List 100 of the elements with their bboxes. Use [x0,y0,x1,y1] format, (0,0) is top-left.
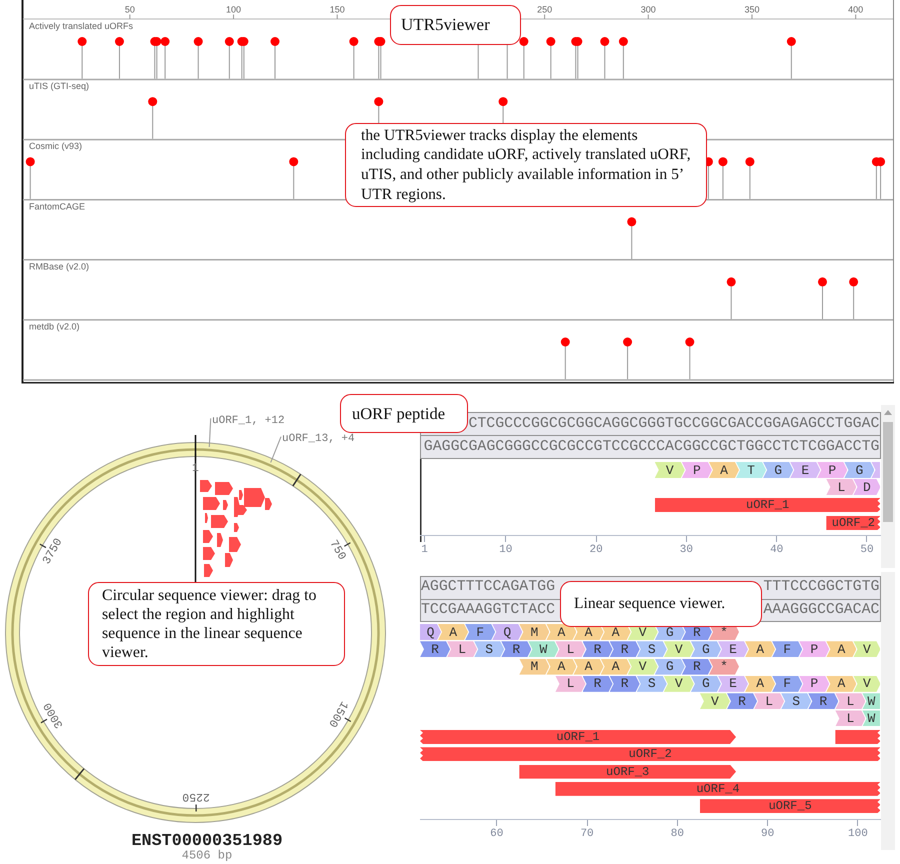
dna-sequence: AAAGGGCCGACAC [763,602,880,618]
lollipop-marker [726,277,736,320]
amino-acid-residue: A [826,676,856,692]
uorf-feature-bar: uORF_2 [826,516,880,530]
amino-acid-residue: A [600,658,631,675]
amino-acid-residue: S [781,693,812,710]
ring-tick-label: 2250 [182,790,210,804]
axis-tick-label: 80 [670,829,684,840]
amino-acid-residue: R [582,676,613,692]
lollipop-marker [78,37,87,80]
amino-acid-residue: G [690,676,721,692]
amino-acid-residue: A [573,658,604,675]
amino-acid-residue: W [528,641,558,658]
uorf-arc [217,533,223,547]
scrollbar-track[interactable] [880,405,894,568]
dna-sequence: TCCGAAAGGTCTACC [421,602,556,618]
amino-acid-residue: V [654,462,685,478]
lollipop-marker [623,338,632,380]
amino-acid-residue: A [708,462,740,478]
amino-acid-residue: G [690,641,721,658]
uorf-feature-bar [835,730,880,744]
annotation-callout: Circular sequence viewer: drag to select the region and highlight sequence in the linear sequence viewer. [88,582,345,666]
ruler-tick-label: 100 [226,4,242,14]
amino-acid-residue: G [844,462,874,478]
amino-acid-residue: L [835,710,866,726]
amino-acid-residue: V [853,641,880,658]
ruler-tick-label: 250 [537,4,552,14]
uorf-feature-bar: uORF_3 [519,764,736,779]
ruler-tick-label: 150 [330,4,345,14]
feature-label: uORF_13, +4 [282,433,355,445]
lollipop-marker [376,37,386,80]
amino-acid-residue: A [745,641,776,658]
lollipop-marker [685,338,694,380]
axis-tick-label: 90 [761,829,774,840]
lollipop-marker [239,37,248,80]
lollipop-marker [152,37,162,80]
amino-acid-residue: R [501,641,532,658]
axis-tick-label: 100 [848,829,868,840]
lollipop-marker [114,37,124,80]
lollipop-marker [374,97,384,124]
lollipop-marker [519,37,528,80]
lollipop-marker [289,157,298,200]
lollipop-marker [745,157,754,200]
amino-acid-residue: R [610,641,640,658]
amino-acid-residue: P [799,676,830,692]
amino-acid-residue: * [708,658,740,675]
amino-acid-residue: Q [492,624,522,640]
scrollbar-thumb[interactable] [882,422,892,522]
amino-acid-residue: E [718,641,748,658]
lollipop-marker [506,44,508,80]
lollipop-marker [224,37,234,80]
uorf-arc [203,547,215,560]
amino-acid-residue: F [772,676,802,692]
amino-acid-residue: A [745,676,776,692]
amino-acid-residue: T [736,462,766,478]
ruler-tick-label: 50 [124,4,135,14]
uorf-arc [203,497,220,510]
lollipop-marker [26,157,35,200]
amino-acid-residue: D [853,479,880,495]
ring-tick-label: 750 [326,538,348,562]
lollipop-marker [849,277,858,320]
transcript-id: ENST00000351989 [131,832,283,851]
track-label: metdb (v2.0) [29,322,80,332]
amino-acid-residue: P [799,641,830,658]
axis-tick-label: 50 [860,545,874,556]
scrollbar-track[interactable] [880,572,894,850]
amino-acid-residue: L [447,641,478,658]
lollipop-marker [876,157,886,200]
amino-acid-residue: A [546,658,576,675]
uorf-feature-bar: uORF_4 [555,782,880,796]
track-label: FantomCAGE [29,201,86,212]
amino-acid-residue: V [628,658,658,675]
amino-acid-residue: P [682,462,712,478]
lollipop-marker [560,338,570,380]
axis-tick-label: 10 [499,545,512,556]
uorf-arc [215,482,233,495]
amino-acid-residue: E [790,462,820,478]
amino-acid-residue: G [654,658,685,675]
uorf-arc [200,480,212,492]
uorf-feature-bar: uORF_1 [420,730,736,744]
lollipop-marker [478,44,479,80]
amino-acid-residue: W [862,710,880,726]
amino-acid-residue: F [772,641,802,658]
lollipop-marker [270,37,280,80]
amino-acid-residue: L [826,479,856,495]
lollipop-marker [498,97,508,124]
amino-acid-residue: F [465,624,496,640]
axis-tick-label: 40 [770,545,784,556]
amino-acid-residue: L [555,641,586,658]
annotation-callout: the UTR5viewer tracks display the elements including candidate uORF, actively translated uORF, uTIS, and other publicly available information in 5’ UTR regions. [345,123,707,207]
amino-acid-residue: R [682,658,712,675]
annotation-callout: UTR5viewer [390,5,521,45]
lollipop-marker [573,37,582,80]
lollipop-marker [546,37,556,80]
annotation-callout: uORF peptide [340,394,468,433]
uorf-arc [211,515,228,528]
scroll-up-arrow-icon[interactable] [884,410,892,415]
ruler-tick-label: 300 [640,4,656,14]
amino-acid-residue: W [862,693,880,710]
amino-acid-residue: M [519,658,550,675]
